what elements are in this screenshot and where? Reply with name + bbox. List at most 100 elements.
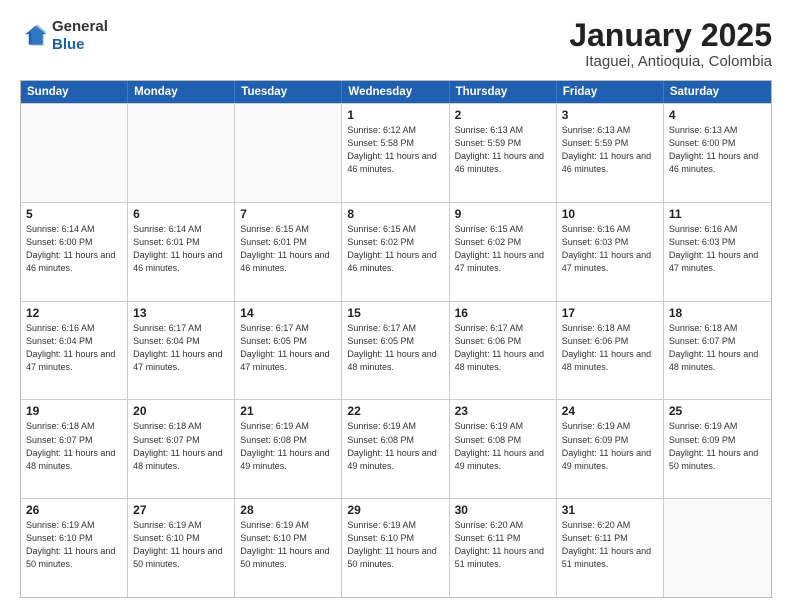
day-number: 9	[455, 207, 551, 221]
day-number: 12	[26, 306, 122, 320]
calendar-day-25: 25 Sunrise: 6:19 AM Sunset: 6:09 PM Dayli…	[664, 400, 771, 498]
day-info: Sunrise: 6:12 AM Sunset: 5:58 PM Dayligh…	[347, 124, 443, 176]
day-number: 24	[562, 404, 658, 418]
day-info: Sunrise: 6:15 AM Sunset: 6:02 PM Dayligh…	[455, 223, 551, 275]
day-number: 17	[562, 306, 658, 320]
day-info: Sunrise: 6:19 AM Sunset: 6:09 PM Dayligh…	[562, 420, 658, 472]
header-day-tuesday: Tuesday	[235, 81, 342, 103]
day-info: Sunrise: 6:15 AM Sunset: 6:01 PM Dayligh…	[240, 223, 336, 275]
title-block: January 2025 Itaguei, Antioquia, Colombi…	[569, 18, 772, 70]
calendar-week-4: 19 Sunrise: 6:18 AM Sunset: 6:07 PM Dayli…	[21, 399, 771, 498]
calendar-empty-cell	[664, 499, 771, 597]
day-number: 28	[240, 503, 336, 517]
calendar-subtitle: Itaguei, Antioquia, Colombia	[569, 53, 772, 70]
day-number: 16	[455, 306, 551, 320]
day-number: 31	[562, 503, 658, 517]
calendar-day-18: 18 Sunrise: 6:18 AM Sunset: 6:07 PM Dayli…	[664, 302, 771, 400]
day-number: 25	[669, 404, 766, 418]
day-info: Sunrise: 6:18 AM Sunset: 6:07 PM Dayligh…	[133, 420, 229, 472]
day-number: 11	[669, 207, 766, 221]
header-day-saturday: Saturday	[664, 81, 771, 103]
calendar-day-3: 3 Sunrise: 6:13 AM Sunset: 5:59 PM Daylig…	[557, 104, 664, 202]
calendar-day-11: 11Sunrise: 6:16 AM Sunset: 6:03 PM Dayli…	[664, 203, 771, 301]
calendar-week-3: 12 Sunrise: 6:16 AM Sunset: 6:04 PM Dayli…	[21, 301, 771, 400]
logo-text: General Blue	[52, 18, 108, 54]
logo-icon	[20, 22, 48, 50]
calendar-body: 1 Sunrise: 6:12 AM Sunset: 5:58 PM Daylig…	[21, 103, 771, 597]
day-info: Sunrise: 6:19 AM Sunset: 6:10 PM Dayligh…	[26, 519, 122, 571]
calendar-day-6: 6 Sunrise: 6:14 AM Sunset: 6:01 PM Daylig…	[128, 203, 235, 301]
calendar-empty-cell	[21, 104, 128, 202]
calendar-day-9: 9 Sunrise: 6:15 AM Sunset: 6:02 PM Daylig…	[450, 203, 557, 301]
header-day-friday: Friday	[557, 81, 664, 103]
day-number: 6	[133, 207, 229, 221]
day-info: Sunrise: 6:19 AM Sunset: 6:10 PM Dayligh…	[347, 519, 443, 571]
calendar-day-10: 10 Sunrise: 6:16 AM Sunset: 6:03 PM Dayli…	[557, 203, 664, 301]
calendar-header: SundayMondayTuesdayWednesdayThursdayFrid…	[21, 81, 771, 103]
calendar-day-4: 4 Sunrise: 6:13 AM Sunset: 6:00 PM Daylig…	[664, 104, 771, 202]
day-info: Sunrise: 6:18 AM Sunset: 6:06 PM Dayligh…	[562, 322, 658, 374]
calendar-day-21: 21 Sunrise: 6:19 AM Sunset: 6:08 PM Dayli…	[235, 400, 342, 498]
day-number: 1	[347, 108, 443, 122]
calendar-day-28: 28Sunrise: 6:19 AM Sunset: 6:10 PM Dayli…	[235, 499, 342, 597]
day-info: Sunrise: 6:19 AM Sunset: 6:08 PM Dayligh…	[240, 420, 336, 472]
day-number: 15	[347, 306, 443, 320]
calendar-day-1: 1 Sunrise: 6:12 AM Sunset: 5:58 PM Daylig…	[342, 104, 449, 202]
page: General Blue January 2025 Itaguei, Antio…	[0, 0, 792, 612]
day-number: 19	[26, 404, 122, 418]
calendar-week-1: 1 Sunrise: 6:12 AM Sunset: 5:58 PM Daylig…	[21, 103, 771, 202]
calendar-week-5: 26 Sunrise: 6:19 AM Sunset: 6:10 PM Dayli…	[21, 498, 771, 597]
day-info: Sunrise: 6:16 AM Sunset: 6:04 PM Dayligh…	[26, 322, 122, 374]
calendar-day-17: 17 Sunrise: 6:18 AM Sunset: 6:06 PM Dayli…	[557, 302, 664, 400]
calendar-day-29: 29 Sunrise: 6:19 AM Sunset: 6:10 PM Dayli…	[342, 499, 449, 597]
calendar-day-5: 5 Sunrise: 6:14 AM Sunset: 6:00 PM Daylig…	[21, 203, 128, 301]
day-number: 21	[240, 404, 336, 418]
day-info: Sunrise: 6:19 AM Sunset: 6:09 PM Dayligh…	[669, 420, 766, 472]
day-number: 13	[133, 306, 229, 320]
calendar-empty-cell	[128, 104, 235, 202]
calendar-day-16: 16Sunrise: 6:17 AM Sunset: 6:06 PM Dayli…	[450, 302, 557, 400]
day-info: Sunrise: 6:20 AM Sunset: 6:11 PM Dayligh…	[562, 519, 658, 571]
day-number: 29	[347, 503, 443, 517]
calendar-day-24: 24 Sunrise: 6:19 AM Sunset: 6:09 PM Dayli…	[557, 400, 664, 498]
header: General Blue January 2025 Itaguei, Antio…	[20, 18, 772, 70]
day-info: Sunrise: 6:19 AM Sunset: 6:10 PM Dayligh…	[133, 519, 229, 571]
day-number: 10	[562, 207, 658, 221]
logo-general: General	[52, 18, 108, 36]
day-number: 23	[455, 404, 551, 418]
day-number: 3	[562, 108, 658, 122]
day-number: 4	[669, 108, 766, 122]
day-number: 30	[455, 503, 551, 517]
header-day-monday: Monday	[128, 81, 235, 103]
calendar-day-26: 26 Sunrise: 6:19 AM Sunset: 6:10 PM Dayli…	[21, 499, 128, 597]
calendar-day-12: 12 Sunrise: 6:16 AM Sunset: 6:04 PM Dayli…	[21, 302, 128, 400]
day-info: Sunrise: 6:14 AM Sunset: 6:01 PM Dayligh…	[133, 223, 229, 275]
day-info: Sunrise: 6:13 AM Sunset: 6:00 PM Dayligh…	[669, 124, 766, 176]
calendar-week-2: 5 Sunrise: 6:14 AM Sunset: 6:00 PM Daylig…	[21, 202, 771, 301]
header-day-wednesday: Wednesday	[342, 81, 449, 103]
day-info: Sunrise: 6:17 AM Sunset: 6:05 PM Dayligh…	[347, 322, 443, 374]
day-info: Sunrise: 6:19 AM Sunset: 6:08 PM Dayligh…	[347, 420, 443, 472]
day-info: Sunrise: 6:14 AM Sunset: 6:00 PM Dayligh…	[26, 223, 122, 275]
day-info: Sunrise: 6:18 AM Sunset: 6:07 PM Dayligh…	[669, 322, 766, 374]
day-info: Sunrise: 6:17 AM Sunset: 6:05 PM Dayligh…	[240, 322, 336, 374]
day-number: 18	[669, 306, 766, 320]
calendar-day-31: 31 Sunrise: 6:20 AM Sunset: 6:11 PM Dayli…	[557, 499, 664, 597]
day-number: 5	[26, 207, 122, 221]
calendar-day-15: 15 Sunrise: 6:17 AM Sunset: 6:05 PM Dayli…	[342, 302, 449, 400]
calendar-day-13: 13Sunrise: 6:17 AM Sunset: 6:04 PM Dayli…	[128, 302, 235, 400]
day-number: 7	[240, 207, 336, 221]
calendar-day-20: 20 Sunrise: 6:18 AM Sunset: 6:07 PM Dayli…	[128, 400, 235, 498]
day-number: 20	[133, 404, 229, 418]
day-info: Sunrise: 6:18 AM Sunset: 6:07 PM Dayligh…	[26, 420, 122, 472]
day-info: Sunrise: 6:13 AM Sunset: 5:59 PM Dayligh…	[562, 124, 658, 176]
header-day-thursday: Thursday	[450, 81, 557, 103]
day-info: Sunrise: 6:20 AM Sunset: 6:11 PM Dayligh…	[455, 519, 551, 571]
day-number: 26	[26, 503, 122, 517]
calendar-day-30: 30 Sunrise: 6:20 AM Sunset: 6:11 PM Dayli…	[450, 499, 557, 597]
day-info: Sunrise: 6:19 AM Sunset: 6:08 PM Dayligh…	[455, 420, 551, 472]
day-info: Sunrise: 6:16 AM Sunset: 6:03 PM Dayligh…	[562, 223, 658, 275]
calendar-day-7: 7 Sunrise: 6:15 AM Sunset: 6:01 PM Daylig…	[235, 203, 342, 301]
day-info: Sunrise: 6:15 AM Sunset: 6:02 PM Dayligh…	[347, 223, 443, 275]
day-number: 8	[347, 207, 443, 221]
